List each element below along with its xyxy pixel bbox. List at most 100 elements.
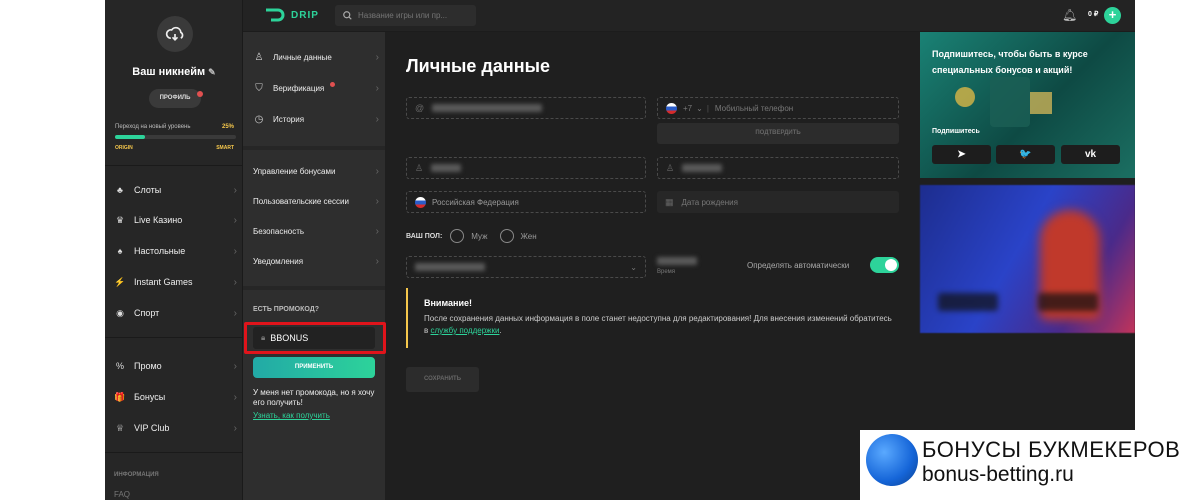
email-value — [432, 104, 543, 112]
deposit-plus-button[interactable]: + — [1104, 7, 1121, 24]
save-button[interactable]: СОХРАНИТЬ — [406, 367, 479, 392]
nav-item-table-games[interactable]: ♠ Настольные › — [105, 239, 243, 263]
promo-banner-blurred[interactable] — [920, 185, 1135, 333]
country-value: Российская Федерация — [432, 197, 519, 207]
last-name-field[interactable]: ♙ — [657, 157, 899, 179]
divider — [105, 165, 243, 166]
twitter-icon: 🐦 — [1019, 149, 1032, 160]
menu-item-notifications[interactable]: Уведомления › — [243, 248, 385, 274]
nav-item-promo[interactable]: % Промо › — [105, 354, 243, 378]
russia-flag-icon — [666, 102, 677, 114]
chevron-right-icon: › — [375, 165, 379, 177]
notification-dot — [197, 91, 203, 97]
menu-item-verification[interactable]: ⛉ Верификация › — [243, 75, 385, 101]
subscribe-label: Подпишитесь — [932, 128, 980, 135]
chevron-right-icon: › — [233, 214, 237, 226]
level-progress-fill — [115, 135, 146, 139]
watermark-line1: БОНУСЫ БУКМЕКЕРОВ — [922, 437, 1181, 462]
live-casino-icon: ♛ — [115, 214, 125, 225]
phone-code: +7 — [683, 103, 693, 113]
top-bar: DRIP 🔔︎ 0 ₽ + — [243, 0, 1135, 32]
chevron-down-icon: ⌄ — [696, 103, 703, 113]
chevron-right-icon: › — [233, 276, 237, 288]
confirm-phone-button[interactable]: ПОДТВЕРДИТЬ — [657, 123, 899, 144]
main-sidebar: Ваш никнейм ✎ ПРОФИЛЬ Переход на новый ур… — [105, 0, 243, 500]
nav-item-instant-games[interactable]: ⚡ Instant Games › — [105, 270, 243, 294]
radio-male[interactable] — [450, 229, 465, 243]
search-box[interactable] — [335, 5, 476, 26]
logo[interactable]: DRIP — [265, 8, 319, 22]
birth-date-field[interactable]: ▦ Дата рождения — [657, 191, 899, 213]
apply-promo-button[interactable]: ПРИМЕНИТЬ — [253, 357, 375, 378]
drip-logo-icon — [266, 8, 285, 22]
phone-field[interactable]: +7 ⌄ | Мобильный телефон — [657, 97, 899, 119]
banner-button-left — [938, 293, 998, 311]
avatar[interactable] — [157, 16, 193, 52]
divider — [243, 146, 385, 150]
timezone-select[interactable]: ⌄ — [406, 256, 646, 278]
vk-icon: vk — [1084, 149, 1097, 160]
separator: | — [706, 103, 709, 113]
radio-female[interactable] — [499, 229, 514, 243]
nav-label: VIP Club — [134, 423, 170, 433]
profile-menu: ♙ Личные данные › ⛉ Верификация › ◷ История › … — [243, 32, 385, 500]
menu-item-sessions[interactable]: Пользовательские сессии › — [243, 188, 385, 214]
profile-button[interactable]: ПРОФИЛЬ — [149, 89, 201, 108]
vk-button[interactable]: vk — [1061, 145, 1120, 164]
promo-icon: % — [115, 361, 124, 371]
nav-label: Спорт — [134, 308, 160, 318]
chevron-right-icon: › — [375, 195, 379, 207]
auto-detect-label: Определять автоматически — [747, 261, 850, 270]
edit-icon[interactable]: ✎ — [208, 67, 216, 77]
gender-selector: ВАШ ПОЛ: Муж Жен — [406, 229, 549, 243]
first-name-field[interactable]: ♙ — [406, 157, 646, 179]
how-to-get-link[interactable]: Узнать, как получить — [253, 411, 330, 420]
menu-item-personal-data[interactable]: ♙ Личные данные › — [243, 44, 385, 70]
telegram-button[interactable]: ➤ — [932, 145, 991, 164]
bell-icon[interactable]: 🔔︎ — [1062, 8, 1077, 22]
menu-label: Верификация — [273, 83, 325, 93]
chevron-right-icon: › — [375, 82, 379, 94]
chevron-right-icon: › — [233, 307, 237, 319]
menu-label: Безопасность — [253, 226, 305, 236]
at-icon: @ — [415, 103, 425, 113]
menu-item-security[interactable]: Безопасность › — [243, 218, 385, 244]
nav-item-slots[interactable]: ♣ Слоты › — [105, 178, 243, 202]
gender-label: ВАШ ПОЛ: — [406, 232, 443, 240]
alert-title: Внимание! — [424, 298, 472, 308]
nav-item-vip-club[interactable]: ♕ VIP Club › — [105, 416, 243, 440]
russia-flag-icon — [415, 196, 426, 208]
level-label: Переход на новый уровень — [115, 124, 191, 130]
level-from: ORIGIN — [115, 145, 133, 151]
menu-item-history[interactable]: ◷ История › — [243, 106, 385, 132]
radio-male-label: Муж — [471, 231, 488, 241]
nav-item-live-casino[interactable]: ♛ Live Казино › — [105, 208, 243, 232]
info-link[interactable]: FAQ — [114, 490, 130, 499]
page-title: Личные данные — [406, 56, 550, 76]
radio-female-label: Жен — [520, 231, 537, 241]
chevron-right-icon: › — [233, 360, 237, 372]
auto-detect-toggle[interactable] — [870, 257, 899, 273]
nav-item-bonuses[interactable]: 🎁 Бонусы › — [105, 385, 243, 409]
nav-item-sport[interactable]: ◉ Спорт › — [105, 301, 243, 325]
country-field[interactable]: Российская Федерация — [406, 191, 646, 213]
chevron-right-icon: › — [233, 422, 237, 434]
chevron-right-icon: › — [375, 255, 379, 267]
slots-icon: ♣ — [117, 185, 123, 195]
menu-item-bonus-management[interactable]: Управление бонусами › — [243, 158, 385, 184]
watermark: БОНУСЫ БУКМЕКЕРОВ bonus-betting.ru — [860, 430, 1200, 500]
search-input[interactable] — [358, 11, 473, 20]
trophy-icon: ♕ — [115, 422, 125, 433]
time-value — [657, 257, 697, 265]
twitter-button[interactable]: 🐦 — [996, 145, 1055, 164]
promo-title: ЕСТЬ ПРОМОКОД? — [253, 306, 320, 313]
chevron-right-icon: › — [375, 225, 379, 237]
nav-label: Слоты — [134, 185, 162, 195]
warning-alert: Внимание! После сохранения данных информ… — [406, 288, 896, 348]
personal-data-form: Личные данные @ +7 ⌄ | Мобильный телефон ПО… — [385, 32, 920, 500]
alert-end: . — [499, 326, 502, 335]
watermark-line2: bonus-betting.ru — [922, 463, 1074, 486]
support-link[interactable]: службу поддержки — [430, 326, 499, 335]
notification-dot — [330, 81, 336, 87]
email-field[interactable]: @ — [406, 97, 646, 119]
